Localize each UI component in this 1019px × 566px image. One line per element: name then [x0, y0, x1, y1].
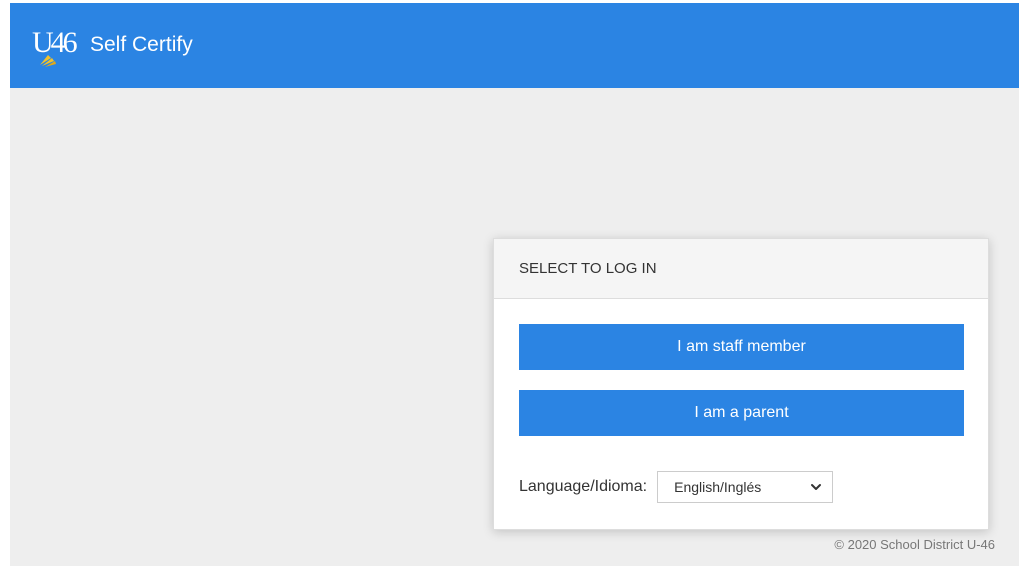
- language-select-value: English/Inglés: [674, 479, 762, 495]
- chevron-down-icon: [811, 484, 822, 490]
- app-title: Self Certify: [90, 33, 193, 56]
- login-panel: SELECT TO LOG IN I am staff member I am …: [493, 238, 989, 530]
- brand-link[interactable]: U46 Self Certify: [32, 25, 193, 67]
- top-navbar: U46 Self Certify: [10, 3, 1019, 88]
- staff-login-button[interactable]: I am staff member: [519, 324, 964, 370]
- bell-icon: [40, 55, 56, 67]
- u46-logo-icon: U46: [32, 25, 84, 67]
- language-row: Language/Idioma: English/Inglés: [519, 471, 834, 503]
- language-select[interactable]: English/Inglés: [657, 471, 834, 503]
- app-background: U46 Self Certify SELECT TO LOG IN I am s…: [10, 3, 1019, 566]
- panel-heading: SELECT TO LOG IN: [494, 239, 988, 299]
- copyright-footer: © 2020 School District U-46: [834, 537, 995, 552]
- parent-login-button[interactable]: I am a parent: [519, 390, 964, 436]
- language-label: Language/Idioma:: [519, 478, 648, 495]
